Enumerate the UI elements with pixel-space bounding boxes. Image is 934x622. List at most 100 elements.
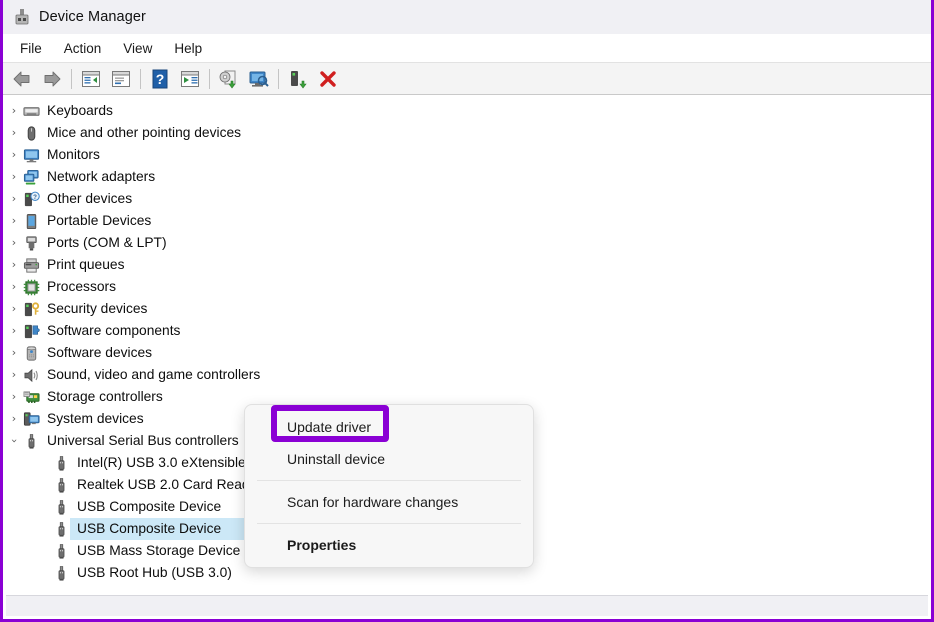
show-hide-console-tree-icon[interactable] <box>78 66 104 92</box>
chevron-right-icon[interactable]: › <box>6 408 22 430</box>
status-bar <box>6 595 928 616</box>
usb-icon <box>52 476 70 494</box>
tree-node-label: Mice and other pointing devices <box>47 125 242 140</box>
system-device-icon <box>22 410 40 428</box>
toolbar-separator-4 <box>278 68 279 89</box>
tree-node-label: Security devices <box>47 301 148 316</box>
tree-node[interactable]: › Sound, video and game controllers <box>6 364 928 386</box>
software-component-icon <box>22 322 40 340</box>
usb-icon <box>52 564 70 582</box>
chevron-right-icon[interactable]: › <box>6 122 22 144</box>
network-adapter-icon <box>22 168 40 186</box>
tree-node-label: Software devices <box>47 345 153 360</box>
context-menu[interactable]: Update driver Uninstall device Scan for ha… <box>244 404 534 568</box>
toolbar-separator-2 <box>140 68 141 89</box>
context-menu-item[interactable]: Uninstall device <box>245 443 533 475</box>
processor-icon <box>22 278 40 296</box>
uninstall-device-icon[interactable] <box>315 66 341 92</box>
menu-file[interactable]: File <box>9 38 53 59</box>
tree-node[interactable]: › Monitors <box>6 144 928 166</box>
chevron-right-icon[interactable]: › <box>6 166 22 188</box>
tree-node-label: Monitors <box>47 147 100 162</box>
chevron-right-icon[interactable]: › <box>6 386 22 408</box>
chevron-right-icon[interactable]: › <box>6 254 22 276</box>
chevron-right-icon[interactable]: › <box>6 210 22 232</box>
context-menu-item[interactable]: Scan for hardware changes <box>245 486 533 518</box>
port-icon <box>22 234 40 252</box>
tree-node-label: USB Mass Storage Device <box>77 543 241 558</box>
chevron-right-icon[interactable]: › <box>6 298 22 320</box>
menu-bar: File Action View Help <box>3 34 931 63</box>
menu-help[interactable]: Help <box>163 38 213 59</box>
tree-node-label: Portable Devices <box>47 213 152 228</box>
tree-node[interactable]: › Security devices <box>6 298 928 320</box>
usb-icon <box>52 520 70 538</box>
menu-action[interactable]: Action <box>53 38 113 59</box>
chevron-right-icon[interactable]: › <box>6 276 22 298</box>
tree-node[interactable]: ›? Other devices <box>6 188 928 210</box>
properties-icon[interactable] <box>108 66 134 92</box>
forward-icon[interactable] <box>39 66 65 92</box>
chevron-right-icon[interactable]: › <box>6 100 22 122</box>
toolbar-separator-1 <box>71 68 72 89</box>
usb-icon <box>52 498 70 516</box>
usb-icon <box>52 454 70 472</box>
scan-for-hardware-changes-icon[interactable] <box>246 66 272 92</box>
tree-node-label: Ports (COM & LPT) <box>47 235 167 250</box>
context-menu-item[interactable]: Update driver <box>245 411 533 443</box>
tree-node[interactable]: › Mice and other pointing devices <box>6 122 928 144</box>
usb-icon <box>52 542 70 560</box>
software-device-icon <box>22 344 40 362</box>
enable-device-icon[interactable] <box>285 66 311 92</box>
chevron-right-icon[interactable]: › <box>6 320 22 342</box>
tree-node-label: System devices <box>47 411 144 426</box>
menu-view[interactable]: View <box>112 38 163 59</box>
tree-node-label: Other devices <box>47 191 133 206</box>
tree-node[interactable]: › Print queues <box>6 254 928 276</box>
other-device-icon: ? <box>22 190 40 208</box>
monitor-icon <box>22 146 40 164</box>
tree-node[interactable]: › Portable Devices <box>6 210 928 232</box>
device-manager-window: Device Manager File Action View Help ? ›… <box>0 0 934 622</box>
tree-node[interactable]: › Processors <box>6 276 928 298</box>
tree-node-label: Network adapters <box>47 169 156 184</box>
keyboard-icon <box>22 102 40 120</box>
tree-node-label: Keyboards <box>47 103 113 118</box>
svg-text:?: ? <box>33 193 37 200</box>
tree-node[interactable]: › Software components <box>6 320 928 342</box>
tree-node[interactable]: › Network adapters <box>6 166 928 188</box>
chevron-right-icon[interactable]: › <box>6 144 22 166</box>
device-manager-icon <box>13 8 31 26</box>
sound-controller-icon <box>22 366 40 384</box>
context-menu-separator <box>257 523 521 524</box>
title-bar: Device Manager <box>3 0 931 34</box>
back-icon[interactable] <box>9 66 35 92</box>
portable-device-icon <box>22 212 40 230</box>
tree-node-label: USB Root Hub (USB 3.0) <box>77 565 232 580</box>
tree-node-label: Universal Serial Bus controllers <box>47 433 239 448</box>
svg-text:?: ? <box>156 71 165 87</box>
context-menu-separator <box>257 480 521 481</box>
tree-node[interactable]: › Software devices <box>6 342 928 364</box>
security-device-icon <box>22 300 40 318</box>
chevron-down-icon[interactable]: › <box>6 433 25 449</box>
help-icon[interactable]: ? <box>147 66 173 92</box>
chevron-right-icon[interactable]: › <box>6 232 22 254</box>
chevron-right-icon[interactable]: › <box>6 364 22 386</box>
window-title: Device Manager <box>39 9 146 25</box>
tree-node-label: USB Composite Device <box>77 499 222 514</box>
tree-node-label: USB Composite Device <box>77 521 222 536</box>
tree-node-label: Software components <box>47 323 181 338</box>
update-driver-icon[interactable] <box>216 66 242 92</box>
tree-node[interactable]: › Keyboards <box>6 100 928 122</box>
tree-node[interactable]: › Ports (COM & LPT) <box>6 232 928 254</box>
chevron-right-icon[interactable]: › <box>6 188 22 210</box>
tree-node-label: Print queues <box>47 257 125 272</box>
tree-node-label: Processors <box>47 279 117 294</box>
tree-node-label: Sound, video and game controllers <box>47 367 261 382</box>
chevron-right-icon[interactable]: › <box>6 342 22 364</box>
context-menu-item[interactable]: Properties <box>245 529 533 561</box>
play-icon[interactable] <box>177 66 203 92</box>
toolbar-separator-3 <box>209 68 210 89</box>
tree-node-label: Storage controllers <box>47 389 163 404</box>
